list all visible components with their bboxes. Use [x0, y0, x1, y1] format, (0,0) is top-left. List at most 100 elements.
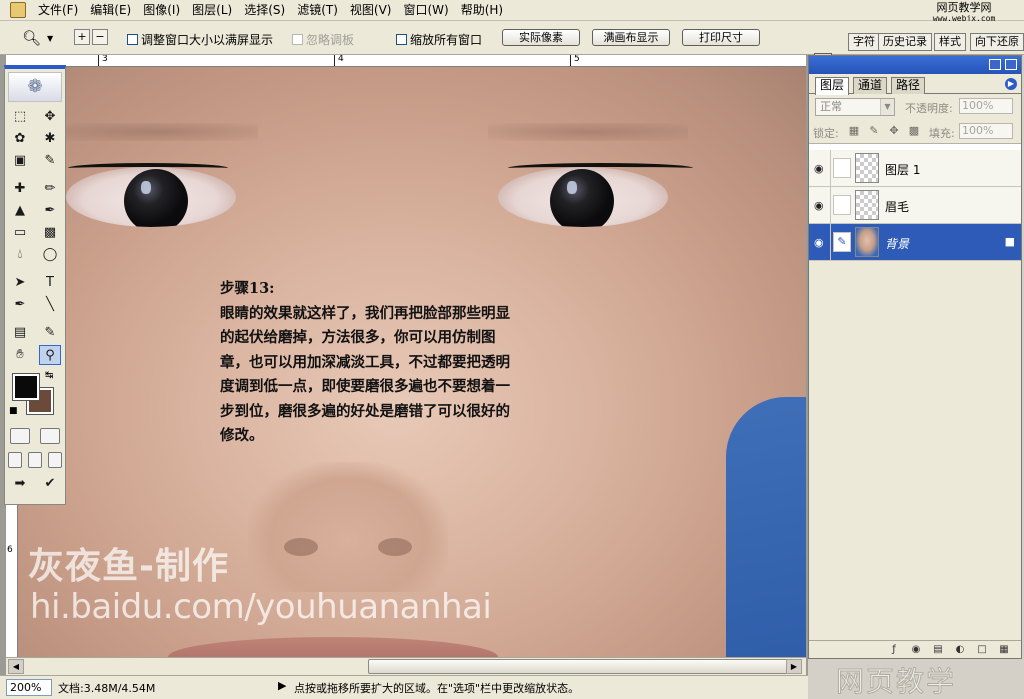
menu-edit[interactable]: 编辑(E): [84, 0, 137, 20]
slice-tool-icon[interactable]: ✎: [39, 151, 61, 171]
horizontal-ruler[interactable]: 3 4 5: [6, 55, 806, 67]
menu-help[interactable]: 帮助(H): [455, 0, 509, 20]
checkbox-box[interactable]: [396, 34, 407, 45]
pen-tool-icon[interactable]: ✒: [9, 295, 31, 315]
zoom-level-field[interactable]: 200%: [6, 679, 52, 696]
print-size-button[interactable]: 打印尺寸: [682, 29, 760, 46]
menu-select[interactable]: 选择(S): [238, 0, 291, 20]
type-tool-icon[interactable]: T: [39, 273, 61, 293]
link-cell[interactable]: [833, 195, 851, 215]
zoom-in-button[interactable]: +: [74, 29, 90, 45]
palette-titlebar[interactable]: [809, 56, 1021, 74]
screen-mode-standard-icon[interactable]: [8, 452, 22, 468]
standard-mode-icon[interactable]: [10, 428, 30, 444]
visibility-toggle[interactable]: ◉: [809, 224, 831, 260]
well-tab-history[interactable]: 历史记录: [878, 33, 932, 51]
notes-tool-icon[interactable]: ▤: [9, 323, 31, 343]
menu-filter[interactable]: 滤镜(T): [291, 0, 344, 20]
clone-stamp-icon[interactable]: ▲: [9, 201, 31, 221]
right-eye: [498, 167, 668, 227]
menu-file[interactable]: 文件(F): [32, 0, 84, 20]
adobe-feather-logo[interactable]: ❁: [8, 72, 62, 102]
layer-style-icon[interactable]: ƒ: [887, 644, 901, 656]
status-menu-arrow-icon[interactable]: ▶: [278, 679, 286, 692]
eraser-tool-icon[interactable]: ▭: [9, 223, 31, 243]
foreground-color-swatch[interactable]: [12, 373, 40, 401]
new-layer-icon[interactable]: □: [975, 644, 989, 656]
fit-on-screen-button[interactable]: 满画布显示: [592, 29, 670, 46]
magic-wand-icon[interactable]: ✱: [39, 129, 61, 149]
add-mask-icon[interactable]: ◉: [909, 644, 923, 656]
default-colors-icon[interactable]: ■: [9, 406, 18, 416]
lock-label: 锁定:: [813, 127, 839, 140]
tool-preset-picker[interactable]: 🔍︎ ▼: [22, 28, 64, 48]
image-canvas[interactable]: 步骤13: 眼睛的效果就这样了，我们再把脸部那些明显的起伏给磨掉，方法很多，你可…: [18, 67, 806, 657]
jump-to-imageready-icon[interactable]: ➡: [9, 474, 31, 494]
ruler-label: 4: [338, 55, 344, 64]
screen-mode-full-menu-icon[interactable]: [28, 452, 42, 468]
well-tab-character[interactable]: 字符: [848, 33, 880, 51]
zoom-tool-icon[interactable]: ⚲: [39, 345, 61, 365]
opacity-field[interactable]: 100%: [959, 98, 1013, 114]
adjustment-layer-icon[interactable]: ◐: [953, 644, 967, 656]
new-group-icon[interactable]: ▤: [931, 644, 945, 656]
menu-window[interactable]: 窗口(W): [397, 0, 454, 20]
well-tab-undo[interactable]: 向下还原: [970, 33, 1024, 51]
scroll-left-icon[interactable]: ◀: [8, 659, 24, 674]
blur-tool-icon[interactable]: 💧︎: [9, 245, 31, 265]
status-hint: 点按或拖移所要扩大的区域。在"选项"栏中更改缩放状态。: [294, 682, 580, 695]
checkbox-box[interactable]: [127, 34, 138, 45]
lock-all-icon[interactable]: ▩: [907, 124, 921, 138]
visibility-toggle[interactable]: ◉: [809, 150, 831, 186]
link-cell[interactable]: [833, 158, 851, 178]
brush-tool-icon[interactable]: ✏: [39, 179, 61, 199]
actual-pixels-button[interactable]: 实际像素: [502, 29, 580, 46]
history-brush-icon[interactable]: ✒: [39, 201, 61, 221]
dodge-tool-icon[interactable]: ◯: [39, 245, 61, 265]
swap-colors-icon[interactable]: ↹: [45, 370, 53, 381]
line-tool-icon[interactable]: ╲: [39, 295, 61, 315]
move-tool-icon[interactable]: ✥: [39, 107, 61, 127]
tab-layers[interactable]: 图层: [815, 77, 850, 95]
path-selection-icon[interactable]: ➤: [9, 273, 31, 293]
brush-link-cell[interactable]: ✎: [833, 232, 851, 252]
well-tab-styles[interactable]: 样式: [934, 33, 966, 51]
marquee-tool-icon[interactable]: ⬚: [9, 107, 31, 127]
checkmark-icon[interactable]: ✔: [39, 474, 61, 494]
document-size[interactable]: 文档:3.48M/4.54M: [58, 680, 155, 696]
status-bar: 200% 文档:3.48M/4.54M ▶ 点按或拖移所要扩大的区域。在"选项"…: [0, 675, 808, 699]
blend-mode-select[interactable]: 正常 ▼: [815, 98, 895, 116]
lock-pixels-icon[interactable]: ✎: [867, 124, 881, 138]
minimize-icon[interactable]: [989, 59, 1001, 70]
tab-channels[interactable]: 通道: [853, 77, 888, 94]
menu-image[interactable]: 图像(I): [137, 0, 186, 20]
close-icon[interactable]: [1005, 59, 1017, 70]
menu-view[interactable]: 视图(V): [344, 0, 398, 20]
quick-mask-icon[interactable]: [40, 428, 60, 444]
trash-icon[interactable]: ▦: [997, 644, 1011, 656]
watermark-url: hi.baidu.com/youhuananhai: [30, 587, 492, 627]
layer-row[interactable]: ◉ ✎ 背景 ■: [809, 224, 1021, 261]
menu-layer[interactable]: 图层(L): [186, 0, 238, 20]
horizontal-scrollbar[interactable]: ◀ ▶: [6, 657, 806, 675]
scroll-right-icon[interactable]: ▶: [786, 659, 802, 674]
screen-mode-full-icon[interactable]: [48, 452, 62, 468]
fill-field[interactable]: 100%: [959, 123, 1013, 139]
hand-tool-icon[interactable]: ✋︎: [9, 345, 31, 365]
scroll-thumb[interactable]: [368, 659, 798, 674]
gradient-tool-icon[interactable]: ▩: [39, 223, 61, 243]
layer-row[interactable]: ◉ 图层 1: [809, 150, 1021, 187]
zoom-all-windows-checkbox[interactable]: 缩放所有窗口: [396, 31, 482, 48]
eyedropper-icon[interactable]: ✎: [39, 323, 61, 343]
visibility-toggle[interactable]: ◉: [809, 187, 831, 223]
lock-transparency-icon[interactable]: ▦: [847, 124, 861, 138]
lock-position-icon[interactable]: ✥: [887, 124, 901, 138]
layer-row[interactable]: ◉ 眉毛: [809, 187, 1021, 224]
healing-brush-icon[interactable]: ✚: [9, 179, 31, 199]
lasso-tool-icon[interactable]: ✿: [9, 129, 31, 149]
crop-tool-icon[interactable]: ▣: [9, 151, 31, 171]
tab-paths[interactable]: 路径: [891, 77, 926, 94]
resize-windows-checkbox[interactable]: 调整窗口大小以满屏显示: [127, 31, 273, 48]
palette-menu-icon[interactable]: ▶: [1005, 78, 1017, 90]
zoom-out-button[interactable]: −: [92, 29, 108, 45]
